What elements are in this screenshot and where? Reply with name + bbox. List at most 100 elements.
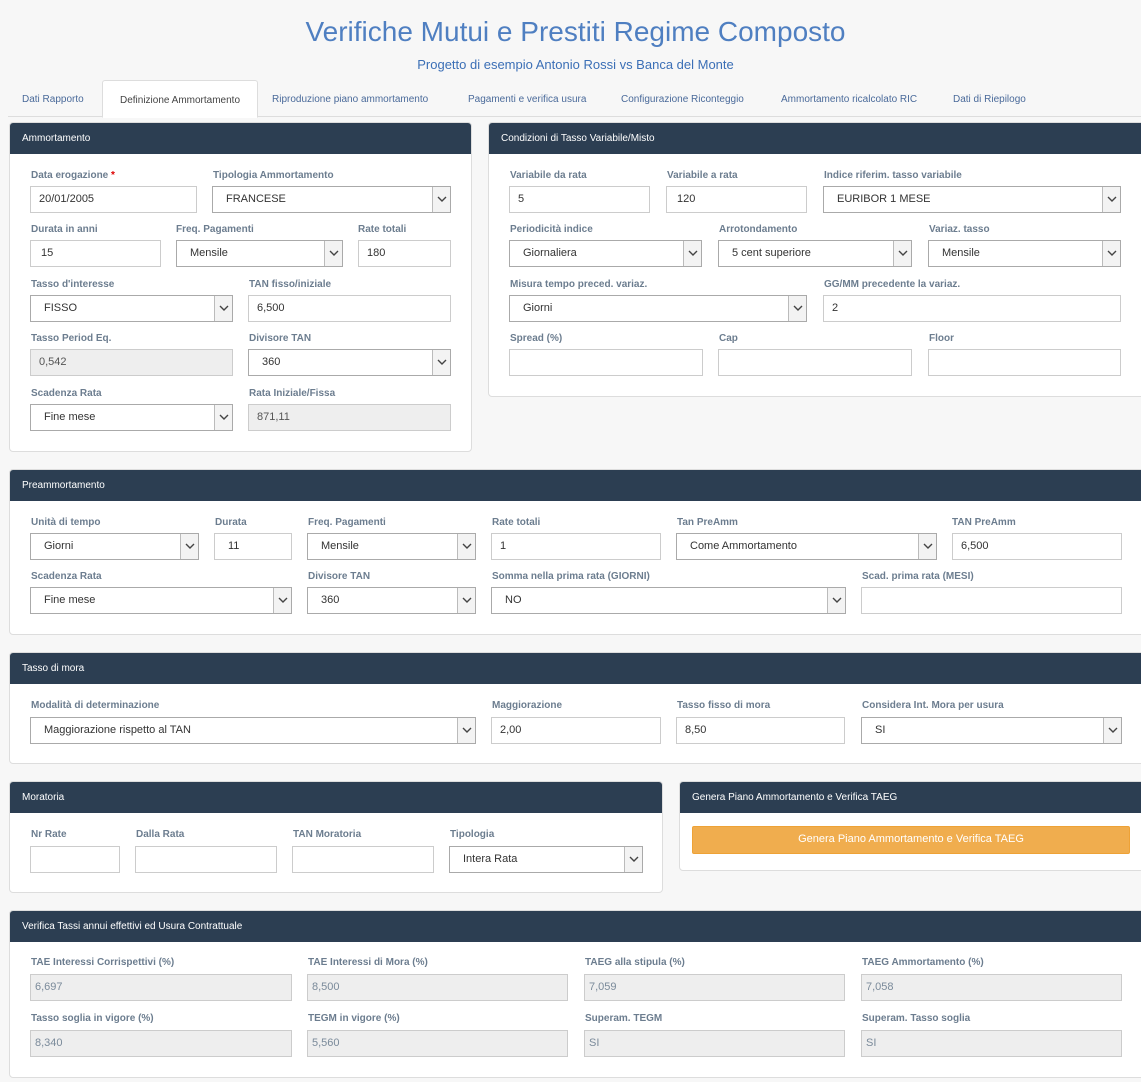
tasso-period-input: 0,542 xyxy=(30,349,233,376)
field-label: Misura tempo preced. variaz. xyxy=(510,279,648,290)
field-label: TAE Interessi Corrispettivi (%) xyxy=(31,957,175,968)
rate-totali-input[interactable]: 180 xyxy=(358,240,451,267)
panel-ammortamento: Ammortamento Data erogazione * 20/01/200… xyxy=(9,122,472,452)
divisore-tan-select[interactable]: 360 xyxy=(248,349,451,376)
modalita-determinazione-select[interactable]: Maggiorazione rispetto al TAN xyxy=(30,717,476,744)
field-label: Dalla Rata xyxy=(136,829,185,840)
gg-mm-input[interactable]: 2 xyxy=(823,295,1121,322)
field-label: Superam. Tasso soglia xyxy=(862,1013,971,1024)
genera-piano-button[interactable]: Genera Piano Ammortamento e Verifica TAE… xyxy=(692,826,1130,854)
variabile-a-rata-input[interactable]: 120 xyxy=(666,186,807,213)
field-label: Data erogazione * xyxy=(31,170,115,181)
field-label: Unità di tempo xyxy=(31,517,101,528)
field-label: TAE Interessi di Mora (%) xyxy=(308,957,428,968)
field-label: Tasso d'interesse xyxy=(31,279,115,290)
tab-dati-rapporto[interactable]: Dati Rapporto xyxy=(22,80,84,117)
field-label: Divisore TAN xyxy=(249,333,312,344)
chevron-down-icon xyxy=(1103,718,1121,743)
tae-mora-input: 8,500 xyxy=(307,974,568,1001)
tasso-fisso-mora-input[interactable]: 8,50 xyxy=(676,717,845,744)
field-label: Rata Iniziale/Fissa xyxy=(249,388,336,399)
field-label: Tipologia xyxy=(450,829,495,840)
field-label: Durata in anni xyxy=(31,224,98,235)
variabile-da-rata-input[interactable]: 5 xyxy=(509,186,650,213)
nr-rate-input[interactable] xyxy=(30,846,120,873)
tan-preamm-select[interactable]: Come Ammortamento xyxy=(676,533,937,560)
cap-input[interactable] xyxy=(718,349,912,376)
panel-genera: Genera Piano Ammortamento e Verifica TAE… xyxy=(679,781,1141,871)
field-label: Freq. Pagamenti xyxy=(308,517,386,528)
rata-iniziale-input: 871,11 xyxy=(248,404,451,431)
field-label: TAN Moratoria xyxy=(293,829,362,840)
chevron-down-icon xyxy=(1102,187,1120,212)
scadenza-preamm-select[interactable]: Fine mese xyxy=(30,587,292,614)
chevron-down-icon xyxy=(324,241,342,266)
field-label: Tipologia Ammortamento xyxy=(213,170,334,181)
chevron-down-icon xyxy=(788,296,806,321)
floor-input[interactable] xyxy=(928,349,1121,376)
tan-moratoria-input[interactable] xyxy=(292,846,434,873)
tipologia-moratoria-select[interactable]: Intera Rata xyxy=(449,846,643,873)
scad-prima-rata-input[interactable] xyxy=(861,587,1122,614)
tab-pagamenti-verifica-usura[interactable]: Pagamenti e verifica usura xyxy=(468,80,586,117)
chevron-down-icon xyxy=(457,534,475,559)
arrotondamento-select[interactable]: 5 cent superiore xyxy=(718,240,912,267)
tan-preamm-input[interactable]: 6,500 xyxy=(952,533,1122,560)
panel-title: Tasso di mora xyxy=(10,653,1141,684)
tab-ammortamento-ricalcolato[interactable]: Ammortamento ricalcolato RIC xyxy=(781,80,917,117)
panel-verifica-tassi: Verifica Tassi annui effettivi ed Usura … xyxy=(9,910,1141,1078)
panel-tasso-mora: Tasso di mora Modalità di determinazione… xyxy=(9,652,1141,764)
field-label: Variabile da rata xyxy=(510,170,587,181)
data-erogazione-input[interactable]: 20/01/2005 xyxy=(30,186,197,213)
durata-anni-input[interactable]: 15 xyxy=(30,240,161,267)
tasso-interesse-select[interactable]: FISSO xyxy=(30,295,233,322)
tab-riproduzione-piano[interactable]: Riproduzione piano ammortamento xyxy=(272,80,428,117)
chevron-down-icon xyxy=(457,718,475,743)
field-label: Cap xyxy=(719,333,738,344)
indice-riferimento-select[interactable]: EURIBOR 1 MESE xyxy=(823,186,1121,213)
field-label: TAEG Ammortamento (%) xyxy=(862,957,984,968)
chevron-down-icon xyxy=(827,588,845,613)
tan-fisso-input[interactable]: 6,500 xyxy=(248,295,451,322)
field-label: Tasso soglia in vigore (%) xyxy=(31,1013,154,1024)
chevron-down-icon xyxy=(457,588,475,613)
chevron-down-icon xyxy=(180,534,198,559)
panel-tasso-variabile: Condizioni di Tasso Variabile/Misto Vari… xyxy=(488,122,1141,397)
somma-prima-rata-select[interactable]: NO xyxy=(491,587,846,614)
tab-configurazione-riconteggio[interactable]: Configurazione Riconteggio xyxy=(621,80,744,117)
variaz-tasso-select[interactable]: Mensile xyxy=(928,240,1121,267)
chevron-down-icon xyxy=(432,187,450,212)
field-label: Indice riferim. tasso variabile xyxy=(824,170,962,181)
dalla-rata-input[interactable] xyxy=(135,846,277,873)
divisore-preamm-select[interactable]: 360 xyxy=(307,587,476,614)
field-label: Scadenza Rata xyxy=(31,571,102,582)
freq-preamm-select[interactable]: Mensile xyxy=(307,533,476,560)
misura-tempo-select[interactable]: Giorni xyxy=(509,295,807,322)
chevron-down-icon xyxy=(918,534,936,559)
field-label: Tan PreAmm xyxy=(677,517,738,528)
periodicita-indice-select[interactable]: Giornaliera xyxy=(509,240,702,267)
field-label: Scad. prima rata (MESI) xyxy=(862,571,974,582)
field-label: Nr Rate xyxy=(31,829,67,840)
tab-bar: Dati Rapporto Definizione Ammortamento R… xyxy=(8,80,1141,118)
panel-preammortamento: Preammortamento Unità di tempo Giorni Du… xyxy=(9,469,1141,635)
tab-dati-riepilogo[interactable]: Dati di Riepilogo xyxy=(953,80,1026,117)
field-label: Tasso Period Eq. xyxy=(31,333,112,344)
tipologia-ammortamento-select[interactable]: FRANCESE xyxy=(212,186,451,213)
durata-preamm-input[interactable]: 11 xyxy=(214,533,292,560)
field-label: Maggiorazione xyxy=(492,700,563,711)
considera-mora-select[interactable]: SI xyxy=(861,717,1122,744)
field-label: Divisore TAN xyxy=(308,571,371,582)
tegm-input: 5,560 xyxy=(307,1030,568,1057)
scadenza-rata-select[interactable]: Fine mese xyxy=(30,404,233,431)
field-label: Scadenza Rata xyxy=(31,388,102,399)
panel-title: Condizioni di Tasso Variabile/Misto xyxy=(489,123,1141,154)
tab-definizione-ammortamento[interactable]: Definizione Ammortamento xyxy=(102,80,258,118)
maggiorazione-input[interactable]: 2,00 xyxy=(491,717,661,744)
panel-title: Preammortamento xyxy=(10,470,1141,501)
freq-pagamenti-select[interactable]: Mensile xyxy=(176,240,343,267)
taeg-ammortamento-input: 7,058 xyxy=(861,974,1122,1001)
rate-preamm-input[interactable]: 1 xyxy=(491,533,661,560)
spread-input[interactable] xyxy=(509,349,703,376)
unita-tempo-select[interactable]: Giorni xyxy=(30,533,199,560)
